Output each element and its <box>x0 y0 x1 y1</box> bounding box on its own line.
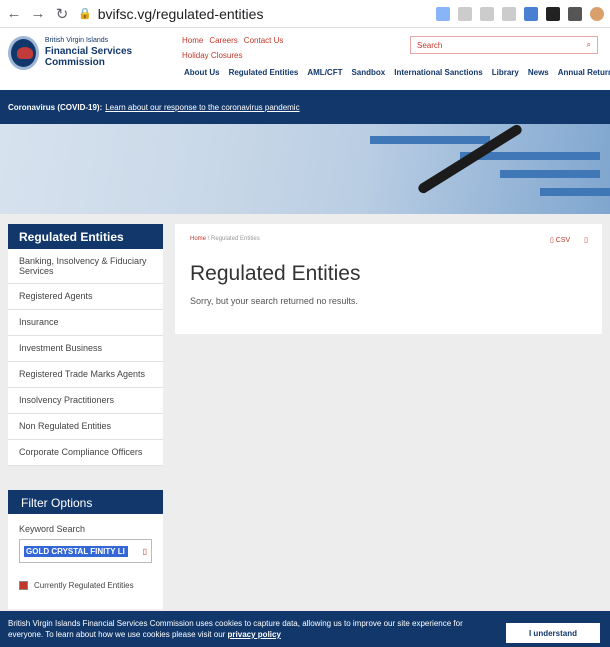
nav-sanctions[interactable]: International Sanctions <box>394 68 482 77</box>
status-filter[interactable]: Currently Regulated Entities <box>19 581 152 590</box>
keyword-value: GOLD CRYSTAL FINITY LI <box>24 545 128 557</box>
cookie-banner: British Virgin Islands Financial Service… <box>0 611 610 647</box>
sidebar: Regulated Entities Banking, Insolvency &… <box>8 224 163 609</box>
star-icon[interactable] <box>502 6 516 21</box>
crest-icon <box>8 36 39 70</box>
top-link-home[interactable]: Home <box>182 36 203 45</box>
top-link-careers[interactable]: Careers <box>209 36 237 45</box>
address-bar[interactable]: 🔒 bvifsc.vg/regulated-entities <box>78 6 428 22</box>
url-text: bvifsc.vg/regulated-entities <box>97 5 264 22</box>
share-icon[interactable] <box>480 6 494 21</box>
search-input[interactable]: Search ⌕ <box>410 36 598 54</box>
results-card: Home \ Regulated Entities ▯ CSV ▯ Regula… <box>175 224 602 334</box>
sidebar-item-non-regulated[interactable]: Non Regulated Entities <box>8 414 163 440</box>
privacy-policy-link[interactable]: privacy policy <box>228 630 281 639</box>
browser-extensions <box>436 6 604 21</box>
no-results-message: Sorry, but your search returned no resul… <box>190 296 358 306</box>
sidebar-item-insurance[interactable]: Insurance <box>8 310 163 336</box>
sidebar-item-compliance[interactable]: Corporate Compliance Officers <box>8 440 163 466</box>
browser-toolbar: ← → ↻ 🔒 bvifsc.vg/regulated-entities <box>0 0 610 28</box>
covid-banner: Coronavirus (COVID-19): Learn about our … <box>0 90 610 124</box>
sidebar-item-investment[interactable]: Investment Business <box>8 336 163 362</box>
hero-banner <box>0 124 610 214</box>
nav-about[interactable]: About Us <box>184 68 220 77</box>
sidebar-item-insolvency[interactable]: Insolvency Practitioners <box>8 388 163 414</box>
nav-library[interactable]: Library <box>492 68 519 77</box>
forward-arrow-icon[interactable]: → <box>30 5 46 22</box>
back-arrow-icon[interactable]: ← <box>6 5 22 22</box>
covid-link[interactable]: Learn about our response to the coronavi… <box>105 103 299 112</box>
breadcrumb: Home \ Regulated Entities <box>190 236 587 242</box>
nav-regulated-entities[interactable]: Regulated Entities <box>229 68 299 77</box>
avatar[interactable] <box>590 6 604 21</box>
checkbox-icon[interactable] <box>19 581 28 590</box>
banner-bar <box>500 170 600 178</box>
logo-line2: Financial Services Commission <box>44 45 133 69</box>
fsc-logo[interactable]: British Virgin Islands Financial Service… <box>8 36 178 70</box>
cookie-text: British Virgin Islands Financial Service… <box>8 618 498 640</box>
breadcrumb-current: Regulated Entities <box>211 236 260 242</box>
nav-news[interactable]: News <box>528 68 549 77</box>
sidebar-item-banking[interactable]: Banking, Insolvency & Fiduciary Services <box>8 249 163 284</box>
extension-new-icon[interactable] <box>524 6 538 21</box>
sidebar-item-registered-agents[interactable]: Registered Agents <box>8 284 163 310</box>
print-icon[interactable]: ▯ <box>584 236 588 244</box>
covid-label: Coronavirus (COVID-19): <box>8 102 103 112</box>
top-link-contact[interactable]: Contact Us <box>244 36 284 45</box>
nav-annual-returns[interactable]: Annual Returns <box>558 68 610 77</box>
csv-button[interactable]: ▯ CSV <box>550 236 570 244</box>
main-nav: About Us Regulated Entities AML/CFT Sand… <box>184 68 610 77</box>
keyword-search-input[interactable]: GOLD CRYSTAL FINITY LI ▯ <box>19 539 152 563</box>
main-panel: Home \ Regulated Entities ▯ CSV ▯ Regula… <box>175 224 602 609</box>
nav-amlcft[interactable]: AML/CFT <box>307 68 342 77</box>
page-title: Regulated Entities <box>190 262 361 285</box>
export-tools: ▯ CSV ▯ <box>550 236 588 244</box>
top-link-holiday[interactable]: Holiday Closures <box>182 51 242 60</box>
reload-icon[interactable]: ↻ <box>54 5 70 23</box>
filter-panel: Keyword Search GOLD CRYSTAL FINITY LI ▯ … <box>8 514 163 609</box>
lock-icon: 🔒 <box>78 8 92 20</box>
search-icon[interactable]: ⌕ <box>587 40 591 50</box>
puzzle-icon[interactable] <box>568 6 582 21</box>
extension-icon[interactable] <box>546 6 560 21</box>
site-header: British Virgin Islands Financial Service… <box>0 28 610 90</box>
nav-sandbox[interactable]: Sandbox <box>351 68 385 77</box>
keyword-label: Keyword Search <box>19 524 86 534</box>
breadcrumb-home[interactable]: Home <box>190 236 206 242</box>
cookie-accept-button[interactable]: I understand <box>506 623 600 643</box>
sidebar-title: Regulated Entities <box>8 224 163 249</box>
search-placeholder: Search <box>417 40 443 50</box>
top-links: Home Careers Contact Us Holiday Closures <box>182 36 342 60</box>
translate-icon[interactable] <box>436 6 450 21</box>
banner-bar <box>370 136 490 144</box>
filter-title: Filter Options <box>8 490 163 514</box>
page-content: Regulated Entities Banking, Insolvency &… <box>0 214 610 609</box>
clear-icon[interactable]: ▯ <box>143 547 147 556</box>
csv-label: CSV <box>555 237 571 244</box>
sidebar-item-trade-marks[interactable]: Registered Trade Marks Agents <box>8 362 163 388</box>
zoom-icon[interactable] <box>458 6 472 21</box>
logo-line1: British Virgin Islands <box>44 37 109 45</box>
banner-bar <box>540 188 610 196</box>
status-label: Currently Regulated Entities <box>34 581 134 590</box>
